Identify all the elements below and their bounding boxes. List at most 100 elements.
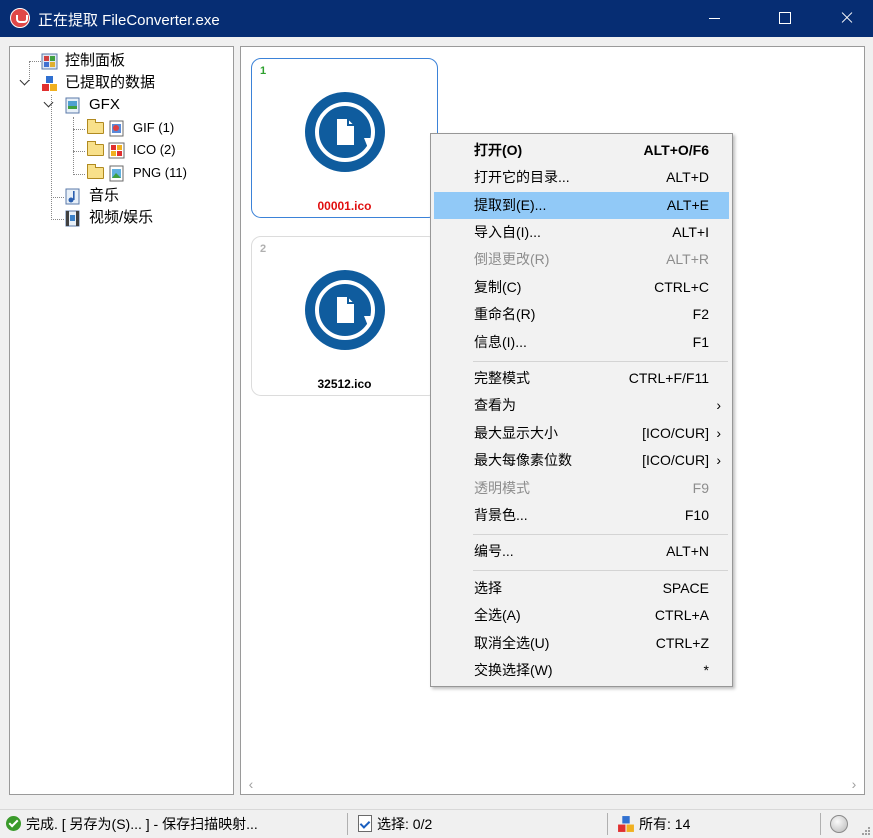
menu-item-open-directory[interactable]: 打开它的目录... ALT+D xyxy=(434,164,729,191)
menu-item-deselect-all[interactable]: 取消全选(U) CTRL+Z xyxy=(434,630,729,657)
menu-item-shortcut: CTRL+F/F11 xyxy=(628,370,709,386)
minimize-button[interactable] xyxy=(687,0,741,37)
status-divider xyxy=(820,813,821,835)
window-title: 正在提取 FileConverter.exe xyxy=(38,12,220,29)
menu-item-shortcut: SPACE xyxy=(662,580,709,596)
total-count: 所有: 14 xyxy=(639,816,691,832)
thumbnail-item[interactable]: 2 32512.ico xyxy=(251,236,438,396)
menu-item-shortcut: F2 xyxy=(692,306,709,322)
app-icon[interactable] xyxy=(10,8,30,28)
menu-item-invert-selection[interactable]: 交换选择(W) * xyxy=(434,657,729,684)
menu-item-open[interactable]: 打开(O) ALT+O/F6 xyxy=(434,137,729,164)
folder-icon xyxy=(87,164,104,179)
submenu-arrow-icon: › xyxy=(716,425,721,441)
thumbnail-filename: 32512.ico xyxy=(317,377,372,391)
horizontal-scrollbar[interactable]: ‹ › xyxy=(242,775,863,793)
menu-item-label: 交换选择(W) xyxy=(474,662,553,678)
control-panel-icon xyxy=(41,53,58,70)
tree-connector xyxy=(73,129,85,130)
menu-item-shortcut: ALT+R xyxy=(666,251,709,267)
menu-item-background-color[interactable]: 背景色... F10 xyxy=(434,502,729,529)
file-convert-icon xyxy=(305,92,385,172)
menu-separator xyxy=(473,361,728,362)
title-bar: 正在提取 FileConverter.exe xyxy=(0,0,873,37)
tree-item-label: 控制面板 xyxy=(65,52,126,69)
tree-connector xyxy=(73,117,74,175)
video-icon xyxy=(65,210,80,227)
tree-item-label: GFX xyxy=(89,96,120,113)
context-menu: 打开(O) ALT+O/F6 打开它的目录... ALT+D 提取到(E)...… xyxy=(430,133,733,687)
thumbnail-item[interactable]: 1 00001.ico xyxy=(251,58,438,218)
menu-separator xyxy=(473,534,728,535)
maximize-button[interactable] xyxy=(757,0,811,37)
menu-item-label: 选择 xyxy=(474,580,502,596)
status-bar: 完成. [ 另存为(S)... ] - 保存扫描映射... 选择: 0/2 所有… xyxy=(0,809,873,838)
status-text: 完成. [ 另存为(S)... ] - 保存扫描映射... xyxy=(26,816,258,832)
menu-item-label: 完整模式 xyxy=(474,370,530,386)
menu-item-shortcut: [ICO/CUR] xyxy=(642,425,709,441)
chevron-down-icon[interactable] xyxy=(19,75,30,86)
ico-file-icon xyxy=(108,142,125,159)
menu-item-label: 透明模式 xyxy=(474,480,530,496)
menu-item-shortcut: CTRL+A xyxy=(654,607,709,623)
png-file-icon xyxy=(109,165,124,182)
menu-item-label: 背景色... xyxy=(474,507,528,523)
resize-grip-icon[interactable] xyxy=(861,826,871,836)
selection-icon xyxy=(358,815,372,832)
menu-item-shortcut: ALT+O/F6 xyxy=(643,142,709,158)
menu-item-copy[interactable]: 复制(C) CTRL+C xyxy=(434,274,729,301)
extracted-data-icon xyxy=(42,76,57,91)
thumbnail-filename: 00001.ico xyxy=(317,199,372,213)
menu-item-shortcut: ALT+I xyxy=(672,224,709,240)
scroll-right-icon[interactable]: › xyxy=(845,775,863,793)
tree-connector xyxy=(29,61,30,81)
menu-item-select-all[interactable]: 全选(A) CTRL+A xyxy=(434,602,729,629)
scroll-left-icon[interactable]: ‹ xyxy=(242,775,260,793)
menu-separator xyxy=(473,570,728,571)
checkmark-icon xyxy=(6,816,21,831)
menu-item-label: 信息(I)... xyxy=(474,334,527,350)
menu-item-label: 查看为 xyxy=(474,397,516,413)
menu-item-revert-changes[interactable]: 倒退更改(R) ALT+R xyxy=(434,246,729,273)
menu-item-numbering[interactable]: 编号... ALT+N xyxy=(434,538,729,565)
menu-item-label: 取消全选(U) xyxy=(474,635,550,651)
menu-item-view-as[interactable]: 查看为 › xyxy=(434,392,729,419)
tree-connector xyxy=(73,151,85,152)
menu-item-select[interactable]: 选择 SPACE xyxy=(434,575,729,602)
music-icon xyxy=(65,188,80,205)
tree-item-label: GIF (1) xyxy=(133,120,175,135)
menu-item-max-display-size[interactable]: 最大显示大小 [ICO/CUR] › xyxy=(434,420,729,447)
file-convert-icon xyxy=(305,270,385,350)
tree-connector xyxy=(73,174,85,175)
tree-item-label: 已提取的数据 xyxy=(65,74,156,91)
tree-item-label: 音乐 xyxy=(89,187,120,204)
status-divider xyxy=(607,813,608,835)
menu-item-extract-to[interactable]: 提取到(E)... ALT+E xyxy=(434,192,729,219)
folder-icon xyxy=(87,119,104,134)
tree-panel[interactable]: 控制面板 已提取的数据 GFX GIF (1) ICO (2) PNG (11)… xyxy=(9,46,234,795)
tree-connector xyxy=(51,197,64,198)
folder-open-icon xyxy=(87,141,104,156)
menu-item-label: 编号... xyxy=(474,543,514,559)
menu-item-label: 提取到(E)... xyxy=(474,197,547,213)
menu-item-info[interactable]: 信息(I)... F1 xyxy=(434,329,729,356)
status-indicator-icon[interactable] xyxy=(830,815,848,833)
menu-item-label: 导入自(I)... xyxy=(474,224,541,240)
tree-connector xyxy=(51,219,64,220)
menu-item-import-from[interactable]: 导入自(I)... ALT+I xyxy=(434,219,729,246)
tree-connector xyxy=(29,61,41,62)
tree-item-label: 视频/娱乐 xyxy=(89,209,154,226)
menu-item-label: 全选(A) xyxy=(474,607,521,623)
menu-item-rename[interactable]: 重命名(R) F2 xyxy=(434,301,729,328)
menu-item-full-mode[interactable]: 完整模式 CTRL+F/F11 xyxy=(434,365,729,392)
menu-item-label: 复制(C) xyxy=(474,279,522,295)
close-button[interactable] xyxy=(819,0,873,37)
menu-item-transparent-mode[interactable]: 透明模式 F9 xyxy=(434,475,729,502)
menu-item-shortcut: F1 xyxy=(692,334,709,350)
menu-item-shortcut: CTRL+Z xyxy=(655,635,709,651)
menu-item-shortcut: ALT+E xyxy=(666,197,709,213)
tree-connector xyxy=(51,95,52,220)
menu-item-label: 打开它的目录... xyxy=(474,169,570,185)
menu-item-shortcut: ALT+N xyxy=(666,543,709,559)
menu-item-max-bpp[interactable]: 最大每像素位数 [ICO/CUR] › xyxy=(434,447,729,474)
